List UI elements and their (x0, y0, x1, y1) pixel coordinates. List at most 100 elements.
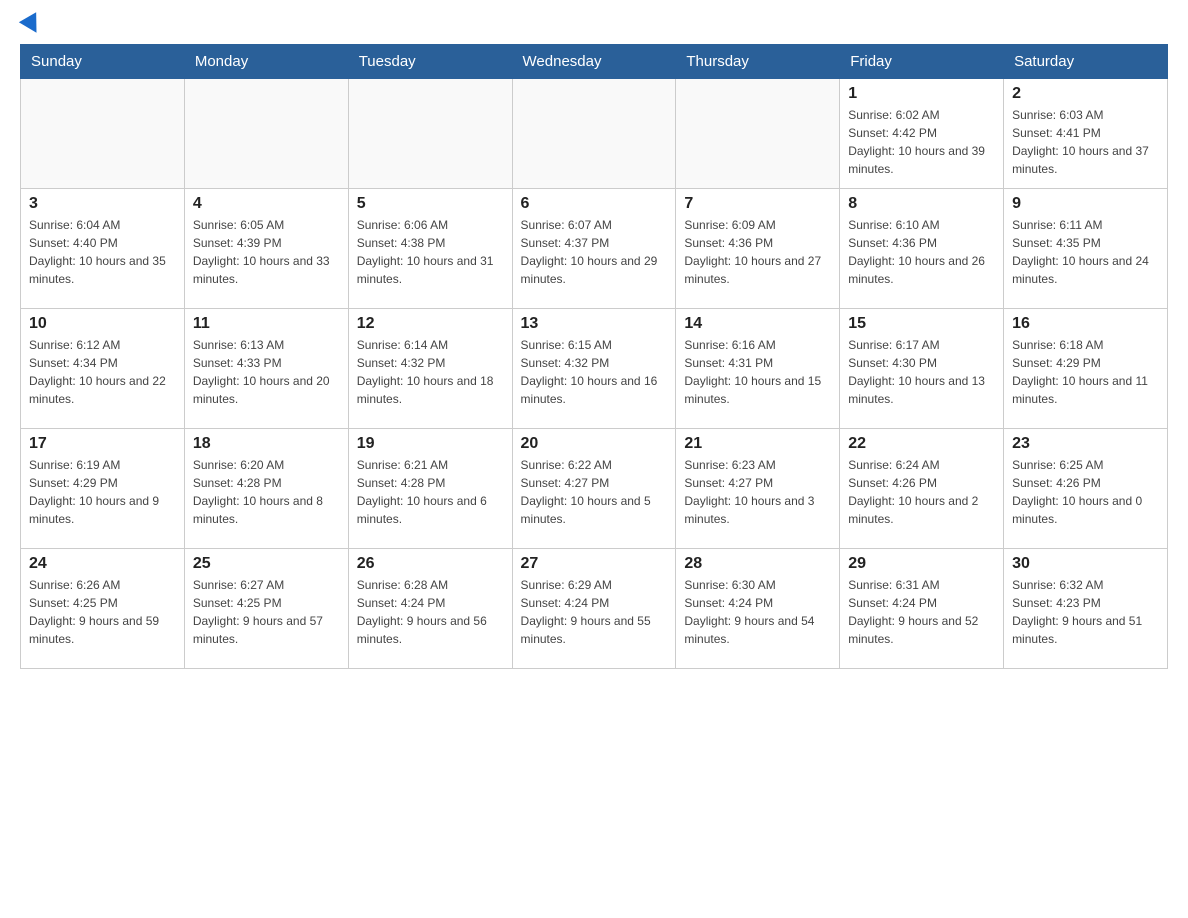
calendar-cell: 29 Sunrise: 6:31 AMSunset: 4:24 PMDayligh… (840, 549, 1004, 669)
logo-triangle-icon (19, 12, 45, 38)
calendar-cell: 10Sunrise: 6:12 AMSunset: 4:34 PMDayligh… (21, 309, 185, 429)
calendar-cell: 20 Sunrise: 6:22 AMSunset: 4:27 PMDayligh… (512, 429, 676, 549)
weekday-header-friday: Friday (840, 45, 1004, 79)
calendar-cell (21, 79, 185, 189)
day-info: Sunrise: 6:18 AMSunset: 4:29 PMDaylight:… (1012, 336, 1159, 408)
day-info: Sunrise: 6:30 AMSunset: 4:24 PMDaylight:… (684, 576, 831, 648)
week-row-1: 1 Sunrise: 6:02 AMSunset: 4:42 PMDaylight… (21, 79, 1168, 189)
day-number: 2 (1012, 85, 1159, 103)
day-number: 4 (193, 195, 340, 213)
day-info: Sunrise: 6:14 AMSunset: 4:32 PMDaylight:… (357, 336, 504, 408)
calendar-cell: 21 Sunrise: 6:23 AMSunset: 4:27 PMDayligh… (676, 429, 840, 549)
day-info: Sunrise: 6:25 AMSunset: 4:26 PMDaylight:… (1012, 456, 1159, 528)
day-info: Sunrise: 6:03 AMSunset: 4:41 PMDaylight:… (1012, 106, 1159, 178)
day-info: Sunrise: 6:02 AMSunset: 4:42 PMDaylight:… (848, 106, 995, 178)
weekday-header-tuesday: Tuesday (348, 45, 512, 79)
weekday-header-wednesday: Wednesday (512, 45, 676, 79)
day-number: 13 (521, 315, 668, 333)
day-info: Sunrise: 6:13 AMSunset: 4:33 PMDaylight:… (193, 336, 340, 408)
page-header (20, 20, 1168, 34)
calendar-cell: 28 Sunrise: 6:30 AMSunset: 4:24 PMDayligh… (676, 549, 840, 669)
day-number: 26 (357, 555, 504, 573)
day-number: 14 (684, 315, 831, 333)
day-number: 7 (684, 195, 831, 213)
day-info: Sunrise: 6:07 AMSunset: 4:37 PMDaylight:… (521, 216, 668, 288)
day-number: 27 (521, 555, 668, 573)
day-number: 11 (193, 315, 340, 333)
day-number: 29 (848, 555, 995, 573)
calendar-cell: 5Sunrise: 6:06 AMSunset: 4:38 PMDaylight… (348, 189, 512, 309)
day-number: 12 (357, 315, 504, 333)
calendar-cell: 16 Sunrise: 6:18 AMSunset: 4:29 PMDayligh… (1004, 309, 1168, 429)
day-info: Sunrise: 6:09 AMSunset: 4:36 PMDaylight:… (684, 216, 831, 288)
day-number: 18 (193, 435, 340, 453)
day-number: 10 (29, 315, 176, 333)
day-info: Sunrise: 6:27 AMSunset: 4:25 PMDaylight:… (193, 576, 340, 648)
day-number: 6 (521, 195, 668, 213)
day-number: 24 (29, 555, 176, 573)
weekday-header-row: SundayMondayTuesdayWednesdayThursdayFrid… (21, 45, 1168, 79)
calendar-cell: 19 Sunrise: 6:21 AMSunset: 4:28 PMDayligh… (348, 429, 512, 549)
day-info: Sunrise: 6:04 AMSunset: 4:40 PMDaylight:… (29, 216, 176, 288)
day-number: 16 (1012, 315, 1159, 333)
calendar-cell: 26 Sunrise: 6:28 AMSunset: 4:24 PMDayligh… (348, 549, 512, 669)
logo (20, 20, 42, 34)
calendar-cell: 13 Sunrise: 6:15 AMSunset: 4:32 PMDayligh… (512, 309, 676, 429)
day-number: 21 (684, 435, 831, 453)
day-number: 19 (357, 435, 504, 453)
calendar-table: SundayMondayTuesdayWednesdayThursdayFrid… (20, 44, 1168, 669)
day-info: Sunrise: 6:16 AMSunset: 4:31 PMDaylight:… (684, 336, 831, 408)
day-info: Sunrise: 6:10 AMSunset: 4:36 PMDaylight:… (848, 216, 995, 288)
calendar-cell: 24 Sunrise: 6:26 AMSunset: 4:25 PMDayligh… (21, 549, 185, 669)
calendar-cell: 15 Sunrise: 6:17 AMSunset: 4:30 PMDayligh… (840, 309, 1004, 429)
calendar-cell: 23 Sunrise: 6:25 AMSunset: 4:26 PMDayligh… (1004, 429, 1168, 549)
day-info: Sunrise: 6:31 AMSunset: 4:24 PMDaylight:… (848, 576, 995, 648)
day-number: 22 (848, 435, 995, 453)
day-info: Sunrise: 6:20 AMSunset: 4:28 PMDaylight:… (193, 456, 340, 528)
calendar-cell (184, 79, 348, 189)
day-info: Sunrise: 6:26 AMSunset: 4:25 PMDaylight:… (29, 576, 176, 648)
calendar-cell: 18 Sunrise: 6:20 AMSunset: 4:28 PMDayligh… (184, 429, 348, 549)
day-number: 23 (1012, 435, 1159, 453)
day-info: Sunrise: 6:15 AMSunset: 4:32 PMDaylight:… (521, 336, 668, 408)
day-number: 9 (1012, 195, 1159, 213)
calendar-cell: 6 Sunrise: 6:07 AMSunset: 4:37 PMDaylight… (512, 189, 676, 309)
day-number: 20 (521, 435, 668, 453)
weekday-header-monday: Monday (184, 45, 348, 79)
calendar-cell: 1 Sunrise: 6:02 AMSunset: 4:42 PMDaylight… (840, 79, 1004, 189)
calendar-cell: 11 Sunrise: 6:13 AMSunset: 4:33 PMDayligh… (184, 309, 348, 429)
week-row-3: 10Sunrise: 6:12 AMSunset: 4:34 PMDayligh… (21, 309, 1168, 429)
calendar-cell (676, 79, 840, 189)
day-info: Sunrise: 6:23 AMSunset: 4:27 PMDaylight:… (684, 456, 831, 528)
day-info: Sunrise: 6:17 AMSunset: 4:30 PMDaylight:… (848, 336, 995, 408)
calendar-cell: 4 Sunrise: 6:05 AMSunset: 4:39 PMDaylight… (184, 189, 348, 309)
day-number: 30 (1012, 555, 1159, 573)
calendar-cell: 2 Sunrise: 6:03 AMSunset: 4:41 PMDaylight… (1004, 79, 1168, 189)
calendar-cell: 17 Sunrise: 6:19 AMSunset: 4:29 PMDayligh… (21, 429, 185, 549)
calendar-cell: 3 Sunrise: 6:04 AMSunset: 4:40 PMDaylight… (21, 189, 185, 309)
calendar-cell (512, 79, 676, 189)
day-number: 28 (684, 555, 831, 573)
day-info: Sunrise: 6:19 AMSunset: 4:29 PMDaylight:… (29, 456, 176, 528)
calendar-cell: 22 Sunrise: 6:24 AMSunset: 4:26 PMDayligh… (840, 429, 1004, 549)
calendar-cell: 8Sunrise: 6:10 AMSunset: 4:36 PMDaylight… (840, 189, 1004, 309)
day-number: 17 (29, 435, 176, 453)
day-info: Sunrise: 6:22 AMSunset: 4:27 PMDaylight:… (521, 456, 668, 528)
week-row-2: 3 Sunrise: 6:04 AMSunset: 4:40 PMDaylight… (21, 189, 1168, 309)
day-info: Sunrise: 6:21 AMSunset: 4:28 PMDaylight:… (357, 456, 504, 528)
calendar-cell: 9 Sunrise: 6:11 AMSunset: 4:35 PMDaylight… (1004, 189, 1168, 309)
weekday-header-sunday: Sunday (21, 45, 185, 79)
day-info: Sunrise: 6:24 AMSunset: 4:26 PMDaylight:… (848, 456, 995, 528)
day-number: 1 (848, 85, 995, 103)
day-info: Sunrise: 6:06 AMSunset: 4:38 PMDaylight:… (357, 216, 504, 288)
calendar-cell: 27Sunrise: 6:29 AMSunset: 4:24 PMDayligh… (512, 549, 676, 669)
day-info: Sunrise: 6:05 AMSunset: 4:39 PMDaylight:… (193, 216, 340, 288)
weekday-header-saturday: Saturday (1004, 45, 1168, 79)
day-info: Sunrise: 6:28 AMSunset: 4:24 PMDaylight:… (357, 576, 504, 648)
day-number: 15 (848, 315, 995, 333)
weekday-header-thursday: Thursday (676, 45, 840, 79)
calendar-cell: 12 Sunrise: 6:14 AMSunset: 4:32 PMDayligh… (348, 309, 512, 429)
week-row-5: 24 Sunrise: 6:26 AMSunset: 4:25 PMDayligh… (21, 549, 1168, 669)
day-info: Sunrise: 6:11 AMSunset: 4:35 PMDaylight:… (1012, 216, 1159, 288)
day-number: 3 (29, 195, 176, 213)
